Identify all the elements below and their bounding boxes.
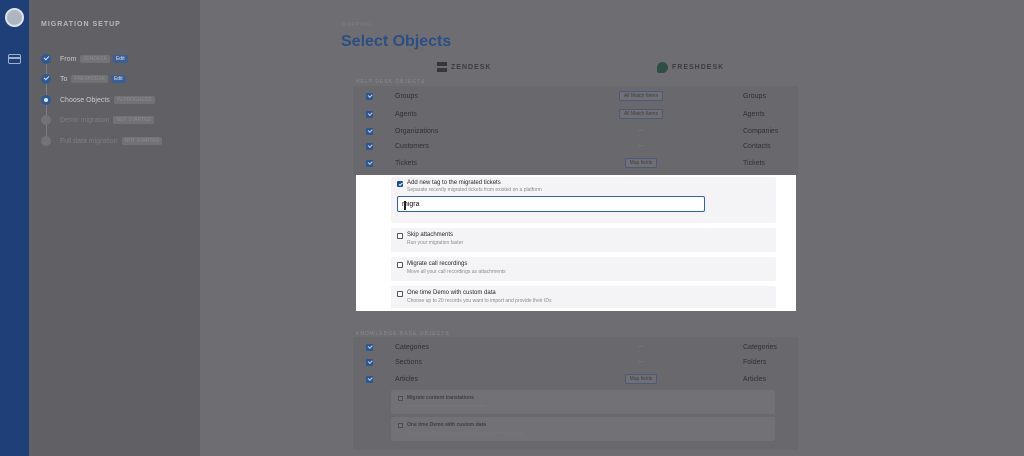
translations-option bbox=[391, 390, 775, 414]
object-row-groups: Groups All Match Items Groups bbox=[357, 89, 794, 103]
call-recordings-checkbox[interactable] bbox=[397, 262, 403, 268]
check-icon bbox=[41, 54, 51, 64]
translations-checkbox[interactable] bbox=[398, 396, 403, 401]
pending-step-icon bbox=[41, 115, 51, 125]
text-cursor-icon bbox=[404, 201, 406, 210]
page-title: Select Objects bbox=[341, 33, 452, 50]
step-to[interactable]: To FRESHDESK Edit bbox=[41, 72, 126, 86]
map-ticket-fields-button[interactable]: Map fields bbox=[624, 158, 658, 168]
edit-source-tag[interactable]: Edit bbox=[112, 55, 128, 63]
step-demo-migration: Demo migration NOT STARTED bbox=[41, 113, 155, 127]
agents-checkbox[interactable] bbox=[366, 110, 373, 118]
categories-checkbox[interactable] bbox=[366, 343, 373, 351]
pending-step-icon bbox=[41, 136, 51, 146]
object-row-customers: Customers — Contacts bbox=[357, 139, 794, 153]
map-article-fields-button[interactable]: Map fields bbox=[624, 374, 658, 384]
object-row-articles: Articles Map fields Articles bbox=[357, 372, 794, 386]
check-icon bbox=[41, 74, 51, 84]
object-row-organizations: Organizations — Companies bbox=[357, 124, 794, 138]
app-rail bbox=[0, 0, 29, 456]
object-row-categories: Categories — Categories bbox=[357, 340, 794, 354]
object-row-tickets: Tickets Map fields Tickets bbox=[357, 156, 794, 170]
ticket-demo-checkbox[interactable] bbox=[397, 291, 403, 297]
object-row-agents: Agents All Match Items Agents bbox=[357, 107, 794, 121]
article-demo-option bbox=[391, 417, 775, 441]
step-full-migration: Full data migration NOT STARTED bbox=[41, 134, 163, 148]
tickets-checkbox[interactable] bbox=[366, 159, 373, 167]
groups-checkbox[interactable] bbox=[366, 92, 373, 100]
current-step-icon bbox=[41, 95, 51, 105]
step-from[interactable]: From ZENDESK Edit bbox=[41, 52, 128, 66]
source-brand: ZENDESK bbox=[437, 62, 491, 72]
sidebar-heading: MIGRATION SETUP bbox=[41, 21, 121, 28]
target-brand: FRESHDESK bbox=[657, 62, 724, 73]
match-groups-button[interactable]: All Match Items bbox=[618, 91, 664, 101]
zendesk-logo-icon bbox=[437, 62, 447, 72]
object-row-sections: Sections — Folders bbox=[357, 355, 794, 369]
sections-checkbox[interactable] bbox=[366, 358, 373, 366]
app-logo[interactable] bbox=[5, 8, 24, 27]
help-desk-heading: HELP DESK OBJECTS bbox=[356, 79, 426, 85]
migration-setup-sidebar: MIGRATION SETUP From ZENDESK Edit To FRE… bbox=[29, 0, 200, 456]
skip-attachments-checkbox[interactable] bbox=[397, 233, 403, 239]
organizations-checkbox[interactable] bbox=[366, 127, 373, 135]
page-eyebrow: MAPPING bbox=[342, 22, 373, 28]
tag-name-input[interactable] bbox=[397, 196, 705, 212]
step-choose-objects[interactable]: Choose Objects IN PROGRESS bbox=[41, 93, 155, 107]
add-tag-checkbox[interactable] bbox=[397, 181, 403, 187]
article-demo-checkbox[interactable] bbox=[398, 423, 403, 428]
match-agents-button[interactable]: All Match Items bbox=[618, 109, 664, 119]
migrations-icon[interactable] bbox=[8, 54, 21, 64]
customers-checkbox[interactable] bbox=[366, 142, 373, 150]
articles-checkbox[interactable] bbox=[366, 375, 373, 383]
edit-target-tag[interactable]: Edit bbox=[110, 75, 126, 83]
freshdesk-logo-icon bbox=[657, 62, 668, 73]
